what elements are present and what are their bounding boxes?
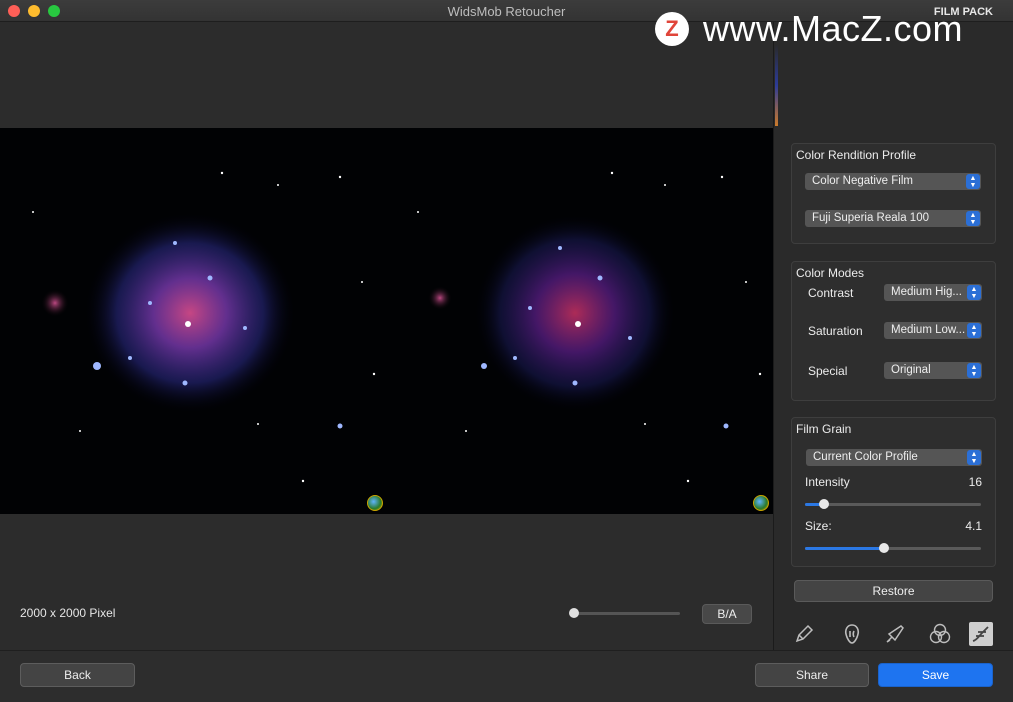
- saturation-label: Saturation: [808, 324, 863, 338]
- panel-title: Color Modes: [796, 266, 865, 280]
- chevron-updown-icon: ▲ ▼: [967, 450, 981, 465]
- intensity-slider-knob[interactable]: [819, 499, 829, 509]
- restore-button[interactable]: Restore: [794, 580, 993, 602]
- zoom-slider-knob[interactable]: [569, 608, 579, 618]
- color-circles-icon[interactable]: [928, 622, 952, 646]
- chevron-updown-icon: ▲ ▼: [967, 363, 981, 378]
- intensity-slider[interactable]: [805, 503, 981, 506]
- select-value: Medium Low...: [891, 324, 966, 336]
- special-select[interactable]: Original ▲ ▼: [884, 362, 982, 379]
- select-value: Original: [891, 364, 931, 376]
- grain-profile-select[interactable]: Current Color Profile ▲ ▼: [806, 449, 982, 466]
- before-after-image[interactable]: [0, 128, 773, 514]
- grain-size-label: Size:: [805, 519, 832, 533]
- film-grain-panel: Film Grain: [791, 417, 996, 567]
- share-button[interactable]: Share: [755, 663, 869, 687]
- select-value: Color Negative Film: [812, 175, 913, 187]
- zoom-slider[interactable]: [574, 612, 680, 615]
- chevron-updown-icon: ▲ ▼: [966, 174, 980, 189]
- sidebar-divider: [773, 22, 774, 650]
- image-size-label: 2000 x 2000 Pixel: [20, 606, 116, 620]
- watermark: Z www.MacZ.com: [655, 8, 964, 49]
- select-value: Medium Hig...: [891, 286, 962, 298]
- intensity-value: 16: [968, 475, 982, 489]
- watermark-logo: Z: [655, 12, 689, 46]
- select-value: Fuji Superia Reala 100: [812, 212, 929, 224]
- back-button[interactable]: Back: [20, 663, 135, 687]
- film-type-select[interactable]: Fuji Superia Reala 100 ▲ ▼: [805, 210, 981, 227]
- chevron-updown-icon: ▲ ▼: [967, 323, 981, 338]
- panel-title: Film Grain: [796, 422, 852, 436]
- pencil-icon[interactable]: [792, 622, 816, 646]
- panel-title: Color Rendition Profile: [796, 148, 917, 162]
- select-value: Current Color Profile: [813, 451, 918, 463]
- color-rendition-panel: Color Rendition Profile: [791, 143, 996, 244]
- watermark-text: www.MacZ.com: [703, 8, 964, 49]
- grain-size-slider-knob[interactable]: [879, 543, 889, 553]
- face-icon[interactable]: [840, 622, 864, 646]
- after-badge-icon: [753, 495, 769, 511]
- save-button[interactable]: Save: [878, 663, 993, 687]
- before-badge-icon: [367, 495, 383, 511]
- galaxy-image: [32, 171, 762, 483]
- grain-size-slider-fill: [805, 547, 884, 550]
- grain-size-value: 4.1: [965, 519, 982, 533]
- preview-pane: [0, 22, 773, 650]
- chevron-updown-icon: ▲ ▼: [966, 211, 980, 226]
- contrast-select[interactable]: Medium Hig... ▲ ▼: [884, 284, 982, 301]
- contrast-label: Contrast: [808, 286, 854, 300]
- before-after-toggle-button[interactable]: B/A: [702, 604, 752, 624]
- saturation-select[interactable]: Medium Low... ▲ ▼: [884, 322, 982, 339]
- brush-icon[interactable]: [883, 622, 907, 646]
- chevron-updown-icon: ▲ ▼: [967, 285, 981, 300]
- intensity-label: Intensity: [805, 475, 850, 489]
- film-icon[interactable]: [969, 622, 993, 646]
- rendition-profile-select[interactable]: Color Negative Film ▲ ▼: [805, 173, 981, 190]
- special-label: Special: [808, 364, 848, 378]
